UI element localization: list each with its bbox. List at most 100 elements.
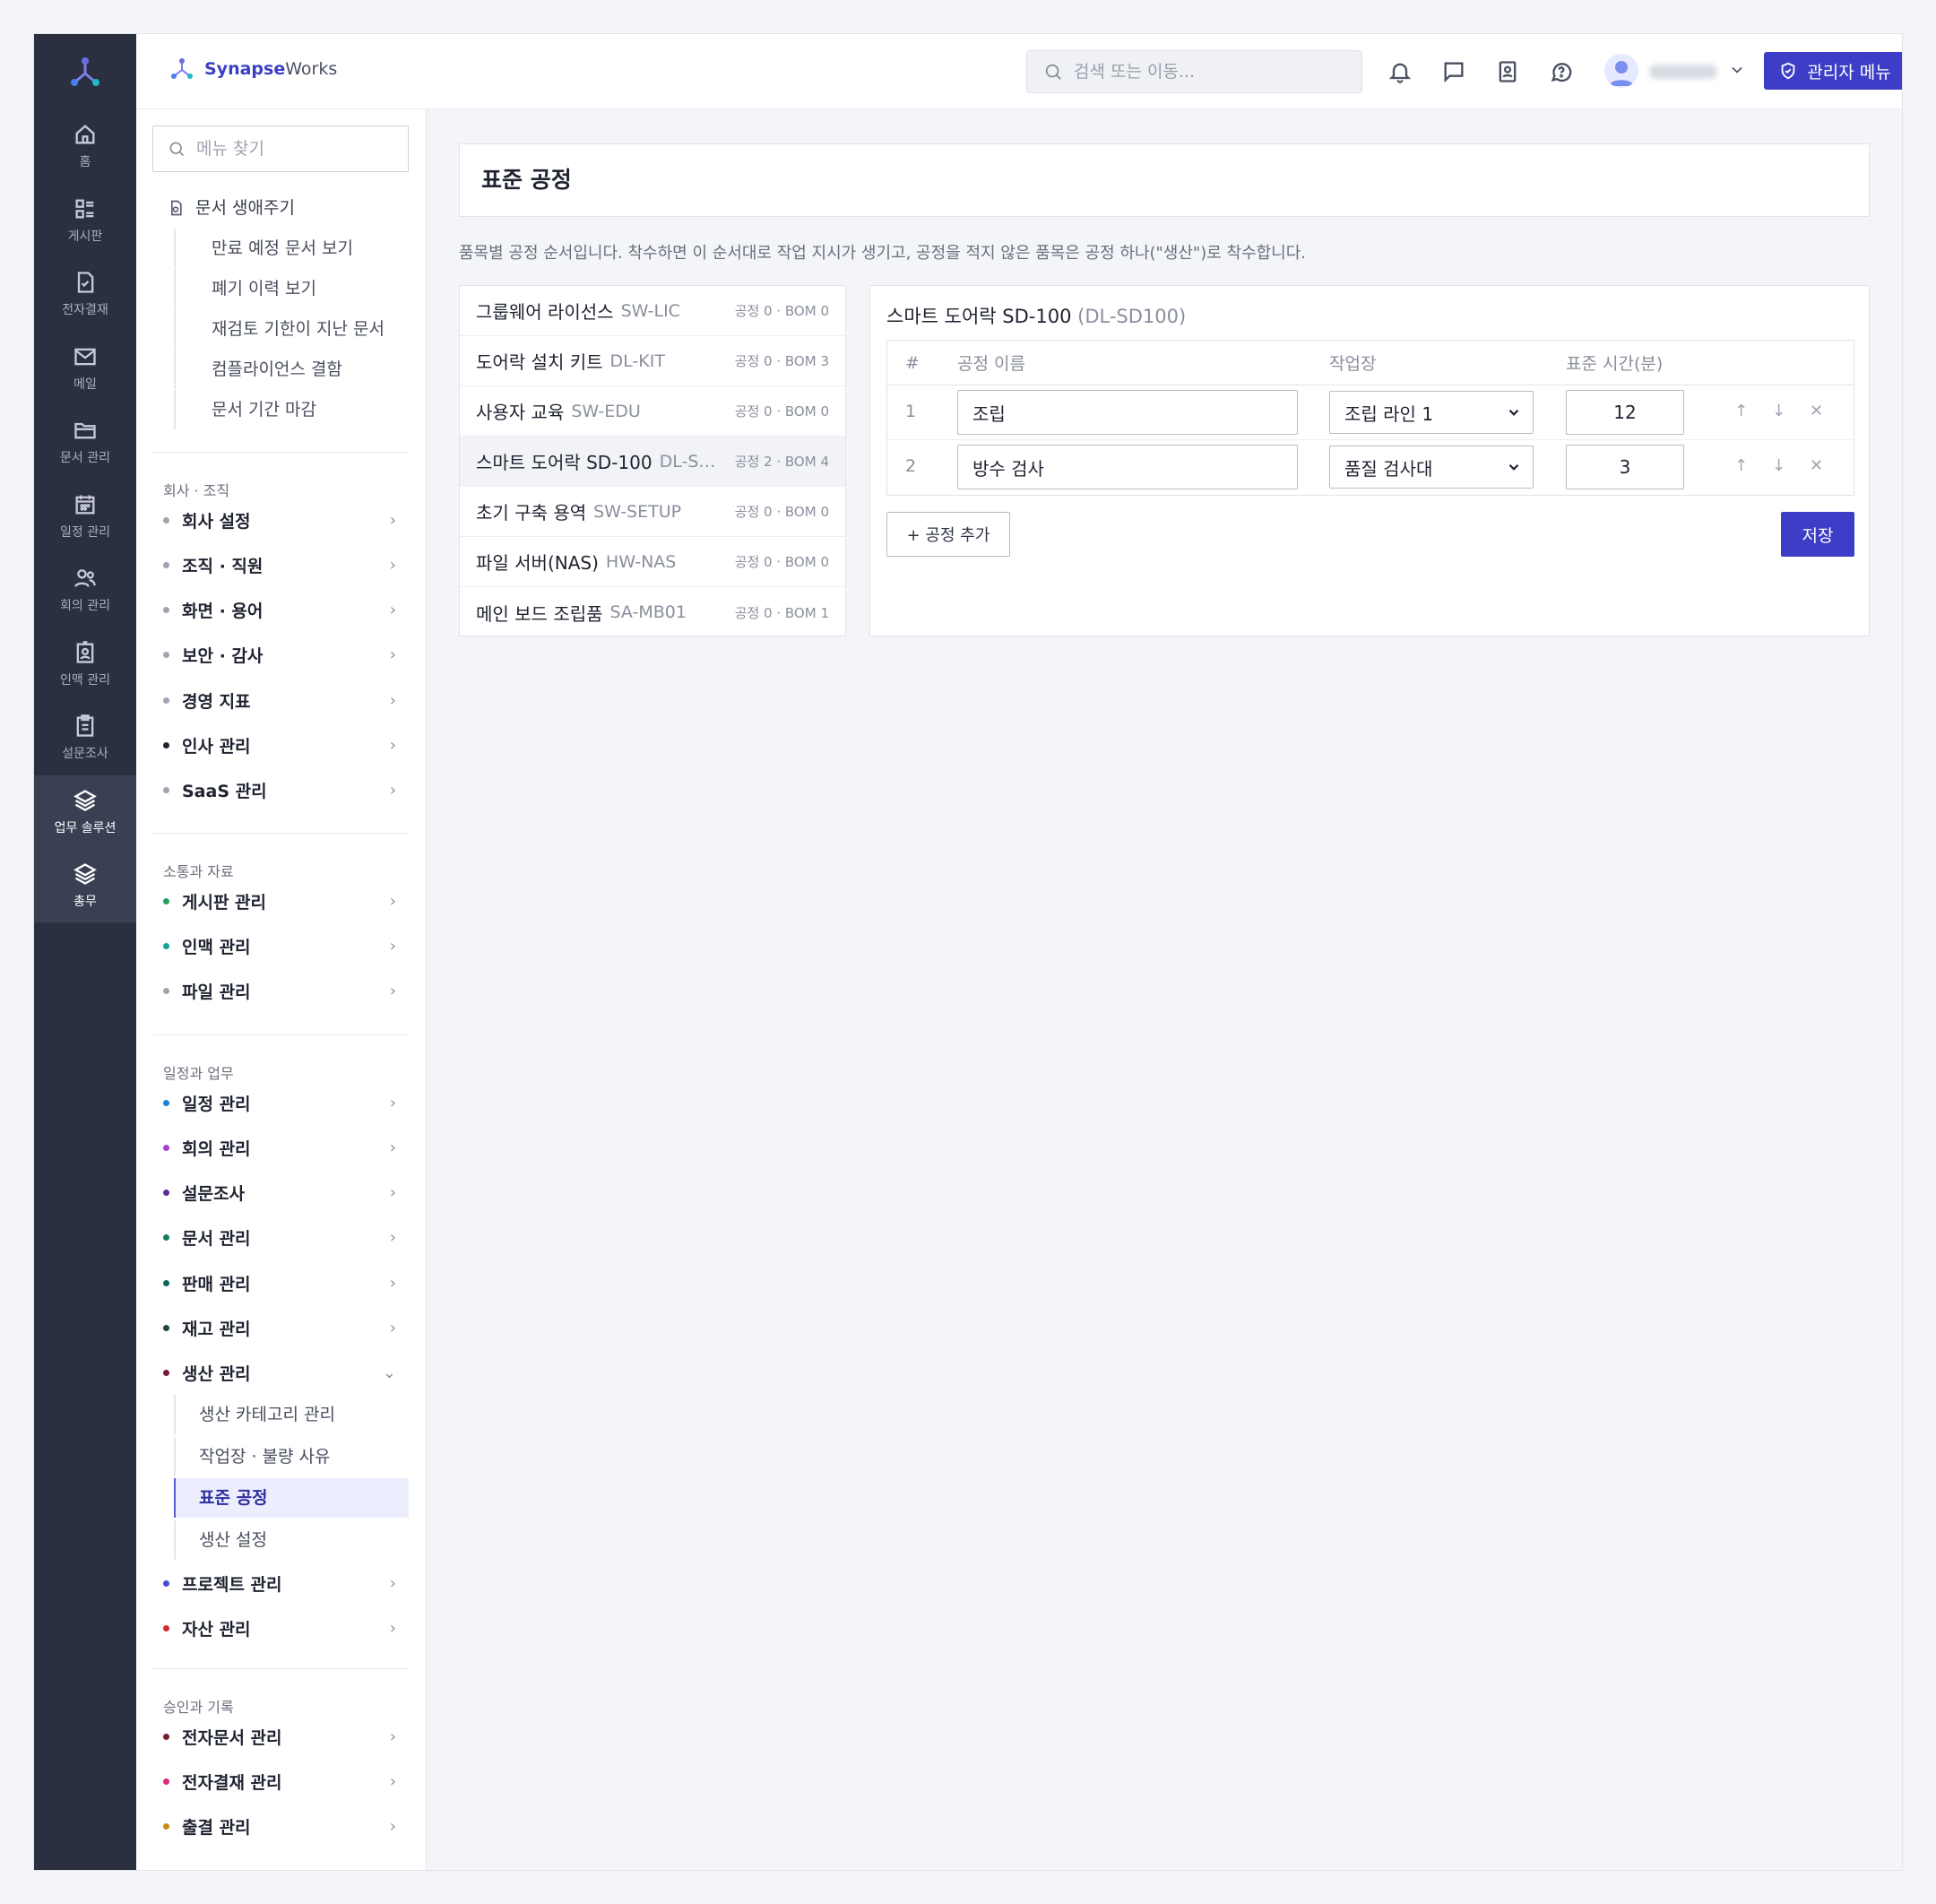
menu-dot [163,897,169,904]
menu-production-sub-label: 생산 설정 [199,1529,267,1550]
menu-item[interactable]: 자산 관리 › [152,1608,409,1648]
product-list-item[interactable]: 그룹웨어 라이선스 SW-LIC 공정 0 · BOM 0 [460,286,845,336]
menu-item[interactable]: 판매 관리 › [152,1263,409,1303]
rail-item-2[interactable]: 전자결재 [34,257,136,331]
menu-item[interactable]: 회사 설정 › [152,500,409,540]
process-row: 1 조립 라인 1 ↑ ↓ ✕ [887,385,1854,440]
menu-lifecycle-sub[interactable]: 컴플라이언스 결함 [174,350,409,389]
product-list-item[interactable]: 사용자 교육 SW-EDU 공정 0 · BOM 0 [460,386,845,437]
move-down-icon[interactable]: ↓ [1772,402,1785,420]
menu-item[interactable]: 화면 · 용어 › [152,591,409,630]
menu-item[interactable]: 보안 · 감사 › [152,636,409,675]
rail-item-7[interactable]: 인맥 관리 [34,627,136,701]
product-list-item[interactable]: 파일 서버(NAS) HW-NAS 공정 0 · BOM 0 [460,537,845,587]
global-search-input[interactable] [1074,62,1334,82]
product-list-item[interactable]: 메인 보드 조립품 SA-MB01 공정 0 · BOM 1 [460,587,845,637]
app-logo-icon[interactable] [34,34,136,109]
rail-item-1[interactable]: 게시판 [34,184,136,257]
product-list-item[interactable]: 스마트 도어락 SD-100 DL-SD100 공정 2 · BOM 4 [460,437,845,487]
product-name: 초기 구축 용역 [476,502,587,524]
menu-item-label: 생산 관리 [182,1364,251,1385]
workplace-select[interactable]: 품질 검사대 [1329,446,1534,489]
chevron-right-icon: › [389,982,396,1001]
menu-item[interactable]: 프로젝트 관리 › [152,1563,409,1603]
process-name-input[interactable] [957,390,1298,435]
menu-item[interactable]: SaaS 관리 › [152,771,409,810]
product-list-item[interactable]: 도어락 설치 키트 DL-KIT 공정 0 · BOM 3 [460,336,845,386]
menu-item[interactable]: 인사 관리 › [152,726,409,766]
move-up-icon[interactable]: ↑ [1734,402,1748,420]
chevron-right-icon: › [389,936,396,956]
page-description: 품목별 공정 순서입니다. 착수하면 이 순서대로 작업 지시가 생기고, 공정… [459,244,1307,263]
menu-item[interactable]: 게시판 관리 › [152,881,409,921]
menu-production-sub[interactable]: 생산 설정 [174,1519,409,1560]
rail-item-4[interactable]: 문서 관리 [34,405,136,479]
menu-item-label: 일정 관리 [182,1094,251,1114]
rail-item-9[interactable]: 업무 솔루션 [34,775,136,849]
menu-search[interactable] [152,125,409,172]
add-process-button[interactable]: + 공정 추가 [886,512,1010,557]
move-up-icon[interactable]: ↑ [1734,456,1748,475]
remove-icon[interactable]: ✕ [1810,402,1823,420]
menu-item[interactable]: 일정 관리 › [152,1083,409,1122]
brand-logo[interactable]: SynapseWorks [169,56,337,82]
menu-production-sub[interactable]: 작업장 · 불량 사유 [174,1436,409,1476]
rail-item-label: 홈 [79,155,91,169]
menu-divider [152,452,409,453]
menu-item[interactable]: 설문조사 › [152,1173,409,1213]
menu-item[interactable]: 경영 지표 › [152,680,409,720]
rail-item-10[interactable]: 총무 [34,849,136,922]
menu-dot [163,1279,169,1286]
menu-lifecycle-sub[interactable]: 폐기 이력 보기 [174,269,409,308]
menu-item[interactable]: 문서 관리 › [152,1218,409,1258]
menu-item[interactable]: 회의 관리 › [152,1128,409,1167]
admin-menu-button[interactable]: 관리자 메뉴 [1764,52,1902,90]
menu-item[interactable]: 조직 · 직원 › [152,545,409,584]
menu-doc-lifecycle[interactable]: 문서 생애주기 [152,188,409,228]
process-name-input[interactable] [957,445,1298,489]
menu-item[interactable]: 출결 관리 › [152,1807,409,1847]
user-avatar[interactable] [1604,54,1638,88]
menu-production-sub[interactable]: 표준 공정 [174,1478,409,1519]
menu-lifecycle-sub[interactable]: 만료 예정 문서 보기 [174,229,409,268]
standard-time-input[interactable] [1566,445,1684,489]
standard-time-input[interactable] [1566,390,1684,435]
chevron-down-icon[interactable] [1728,61,1746,82]
menu-lifecycle-sub[interactable]: 문서 기간 마감 [174,390,409,429]
remove-icon[interactable]: ✕ [1810,456,1823,475]
menu-lifecycle-sub[interactable]: 재검토 기한이 지난 문서 [174,309,409,349]
rail-item-0[interactable]: 홈 [34,109,136,183]
home-icon [75,125,95,144]
global-search[interactable] [1026,50,1362,93]
chevron-right-icon: › [389,1618,396,1638]
detail-product-name: 스마트 도어락 SD-100 [886,306,1072,327]
menu-production-sub[interactable]: 생산 카테고리 관리 [174,1395,409,1435]
product-list-item[interactable]: 초기 구축 용역 SW-SETUP 공정 0 · BOM 0 [460,487,845,537]
help-icon[interactable] [1549,59,1574,84]
menu-item[interactable]: 재고 관리 › [152,1309,409,1348]
save-button[interactable]: 저장 [1781,512,1854,557]
rail-item-5[interactable]: 일정 관리 [34,480,136,553]
rail-item-8[interactable]: 설문조사 [34,701,136,775]
product-meta: 공정 0 · BOM 1 [734,604,829,621]
message-icon[interactable] [1441,59,1466,84]
chevron-right-icon: › [389,555,396,575]
contact-book-icon[interactable] [1495,59,1520,84]
menu-item[interactable]: 인맥 관리 › [152,926,409,965]
rail-item-6[interactable]: 회의 관리 [34,553,136,627]
move-down-icon[interactable]: ↓ [1772,456,1785,475]
menu-item[interactable]: 생산 관리 ⌄ [152,1354,409,1393]
menu-item[interactable]: 전자문서 관리 › [152,1717,409,1756]
col-process-name: 공정 이름 [957,354,1025,374]
rail-item-3[interactable]: 메일 [34,332,136,405]
menu-item-label: SaaS 관리 [182,782,267,802]
rail-item-label: 업무 솔루션 [54,820,117,835]
menu-item[interactable]: 파일 관리 › [152,972,409,1011]
workplace-select[interactable]: 조립 라인 1 [1329,391,1534,434]
rail-item-label: 문서 관리 [60,451,110,465]
user-name-blurred[interactable] [1649,65,1717,79]
bell-icon[interactable] [1387,59,1413,84]
menu-item[interactable]: 전자결재 관리 › [152,1761,409,1801]
left-rail: 홈게시판 전자결재 메일문서 관리일정 관리 회의 관리 인맥 관리 설문조사업무 솔루션… [34,34,136,1870]
menu-search-input[interactable] [196,139,402,159]
